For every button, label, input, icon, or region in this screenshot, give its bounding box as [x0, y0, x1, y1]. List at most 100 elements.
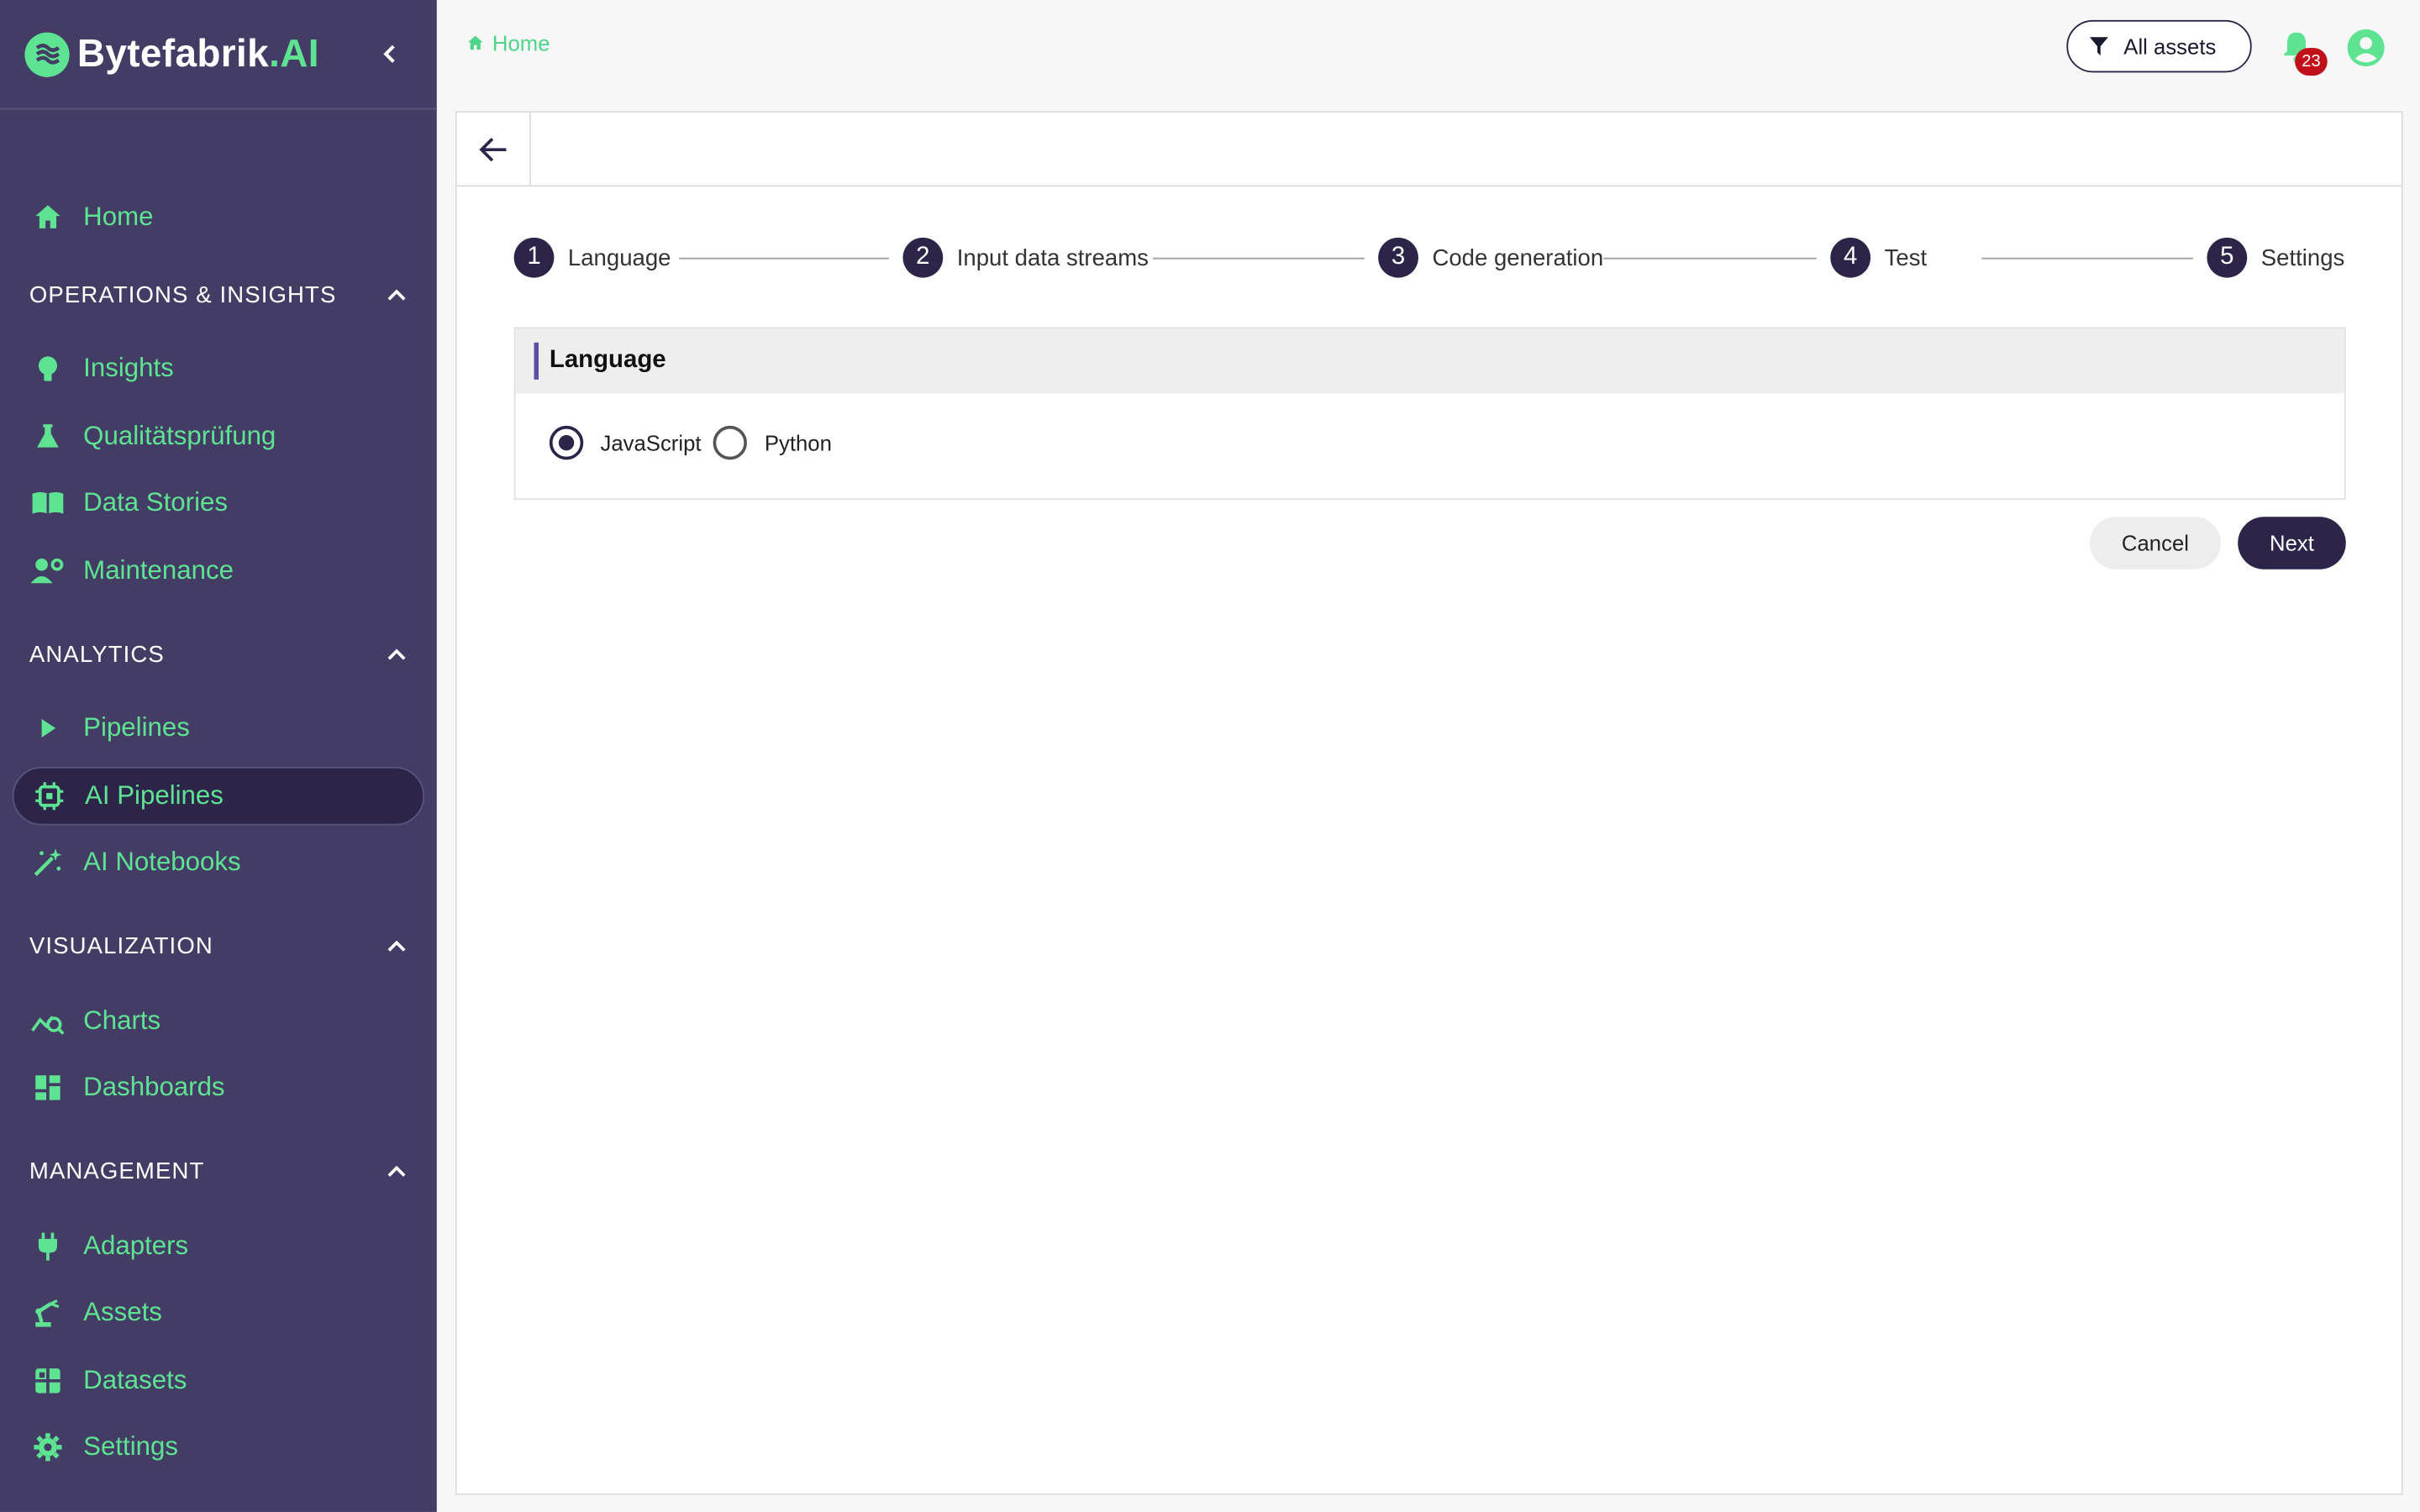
step-language[interactable]: 1 Language	[513, 237, 671, 278]
section-title: MANAGEMENT	[29, 1158, 205, 1184]
step-label: Settings	[2260, 244, 2345, 271]
brand-logo-icon	[24, 31, 70, 76]
step-settings[interactable]: 5 Settings	[2207, 237, 2345, 278]
account-circle-icon	[2347, 29, 2385, 66]
lightbulb-icon	[31, 352, 65, 386]
sidebar-item-data-stories[interactable]: Data Stories	[13, 474, 424, 533]
sidebar-item-home[interactable]: Home	[13, 188, 424, 247]
sidebar-item-label: Home	[83, 202, 154, 232]
section-title: OPERATIONS & INSIGHTS	[29, 281, 337, 308]
home-icon	[31, 201, 65, 234]
step-code-generation[interactable]: 3 Code generation	[1378, 237, 1604, 278]
sidebar-item-label: Maintenance	[83, 555, 234, 585]
brand-name: Bytefabrik.AI	[76, 31, 319, 76]
radio-python-label[interactable]: Python	[765, 430, 832, 454]
chip-icon	[33, 780, 66, 813]
pipeline-wizard-card: 1 Language 2 Input data streams 3 Code g…	[455, 111, 2403, 1495]
sidebar-item-insights[interactable]: Insights	[13, 339, 424, 398]
table-icon	[31, 1364, 65, 1398]
step-number: 4	[1830, 237, 1871, 278]
sidebar-item-dashboards[interactable]: Dashboards	[13, 1058, 424, 1117]
dashboard-icon	[31, 1071, 65, 1105]
brand[interactable]: Bytefabrik.AI	[0, 0, 437, 110]
sidebar-item-qualitaetspruefung[interactable]: Qualitätsprüfung	[13, 407, 424, 466]
step-number: 2	[902, 237, 944, 278]
home-icon	[467, 35, 483, 50]
radio-javascript-label[interactable]: JavaScript	[600, 430, 701, 454]
sidebar-item-ai-notebooks[interactable]: AI Notebooks	[13, 833, 424, 892]
section-title: ANALYTICS	[29, 641, 165, 668]
chevron-up-icon	[387, 648, 406, 660]
section-title: VISUALIZATION	[29, 932, 213, 959]
robot-arm-icon	[31, 1296, 65, 1330]
step-connector	[1603, 257, 1817, 260]
step-number: 5	[2207, 237, 2248, 278]
notification-count-badge: 23	[2295, 47, 2328, 76]
radio-selected-dot	[558, 434, 575, 451]
book-icon	[31, 486, 65, 520]
sidebar-item-label: Qualitätsprüfung	[83, 421, 276, 451]
step-label: Code generation	[1432, 244, 1604, 271]
section-management[interactable]: MANAGEMENT	[29, 1152, 408, 1189]
language-panel-header: Language	[515, 328, 2344, 394]
sidebar-item-label: Data Stories	[83, 487, 228, 517]
asset-filter-button[interactable]: All assets	[2066, 19, 2252, 73]
section-visualization[interactable]: VISUALIZATION	[29, 927, 408, 964]
sidebar-item-ai-pipelines[interactable]: AI Pipelines	[12, 766, 425, 826]
next-button[interactable]: Next	[2238, 517, 2346, 570]
step-connector	[1981, 257, 2193, 260]
chevron-up-icon	[387, 1165, 406, 1177]
step-test[interactable]: 4 Test	[1830, 237, 1928, 278]
step-label: Language	[567, 244, 671, 271]
step-connector	[1153, 257, 1365, 260]
step-number: 3	[1378, 237, 1418, 278]
asset-filter-label: All assets	[2123, 34, 2217, 59]
language-panel: Language JavaScript Python	[513, 327, 2346, 501]
wizard-stepper: 1 Language 2 Input data streams 3 Code g…	[513, 237, 2345, 281]
radio-python[interactable]	[713, 425, 748, 460]
magic-wand-icon	[31, 846, 65, 879]
sidebar-item-label: AI Pipelines	[85, 780, 224, 811]
sidebar-item-assets[interactable]: Assets	[13, 1284, 424, 1342]
maintenance-worker-icon	[30, 554, 65, 587]
step-number: 1	[513, 237, 555, 278]
gear-icon	[31, 1431, 65, 1464]
step-input-data-streams[interactable]: 2 Input data streams	[902, 237, 1149, 278]
breadcrumb-home-link[interactable]: Home	[492, 31, 550, 55]
plug-icon	[31, 1230, 65, 1263]
chart-search-icon	[31, 1005, 65, 1038]
section-analytics[interactable]: ANALYTICS	[29, 636, 408, 673]
language-radio-group: JavaScript Python	[549, 425, 844, 460]
sidebar-item-label: Charts	[83, 1005, 161, 1036]
flask-icon	[31, 420, 65, 454]
sidebar-item-adapters[interactable]: Adapters	[13, 1217, 424, 1276]
sidebar-item-label: Dashboards	[83, 1072, 225, 1102]
filter-icon	[2089, 37, 2108, 56]
step-label: Test	[1884, 244, 1928, 271]
arrow-left-icon	[478, 138, 506, 162]
collapse-sidebar-button[interactable]	[373, 37, 407, 71]
breadcrumb[interactable]: Home	[466, 31, 550, 55]
step-connector	[679, 257, 889, 260]
play-icon	[31, 711, 65, 745]
sidebar-item-datasets[interactable]: Datasets	[13, 1352, 424, 1410]
radio-javascript[interactable]	[549, 425, 584, 460]
chevron-left-icon	[383, 45, 395, 63]
section-operations-insights[interactable]: OPERATIONS & INSIGHTS	[29, 276, 408, 313]
sidebar-item-label: Assets	[83, 1297, 162, 1327]
step-label: Input data streams	[956, 244, 1149, 271]
language-panel-title: Language	[549, 347, 666, 374]
sidebar-item-pipelines[interactable]: Pipelines	[13, 699, 424, 758]
sidebar-item-charts[interactable]: Charts	[13, 992, 424, 1051]
cancel-button[interactable]: Cancel	[2089, 517, 2222, 570]
back-button[interactable]	[457, 113, 531, 187]
sidebar-item-label: Adapters	[83, 1231, 189, 1261]
accent-bar	[534, 342, 539, 380]
sidebar-item-maintenance[interactable]: Maintenance	[13, 542, 424, 601]
chevron-up-icon	[387, 940, 406, 952]
sidebar-item-label: Pipelines	[83, 712, 190, 743]
account-button[interactable]	[2346, 28, 2386, 68]
sidebar-item-settings[interactable]: Settings	[13, 1418, 424, 1477]
card-header	[456, 113, 2402, 187]
sidebar-item-label: Insights	[83, 353, 174, 383]
